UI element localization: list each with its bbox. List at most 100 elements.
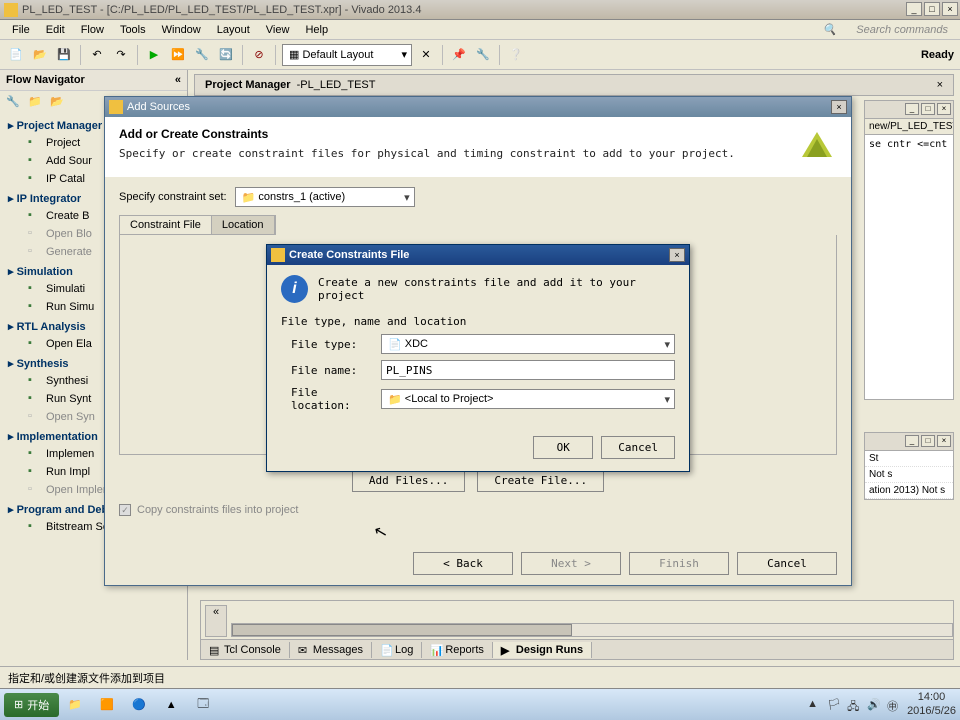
pin-icon[interactable]: 📌	[449, 45, 469, 65]
close-button[interactable]: ×	[942, 2, 958, 16]
file-type-combo[interactable]: 📄 XDC	[381, 334, 675, 354]
back-button[interactable]: < Back	[413, 552, 513, 575]
tab-constraint-file[interactable]: Constraint File	[120, 216, 212, 234]
app-task-icon[interactable]: 🗔	[189, 693, 217, 717]
wizard-close-button[interactable]: ×	[831, 100, 847, 114]
item-icon: ▪	[28, 300, 42, 314]
run-icon[interactable]: ▶	[144, 45, 164, 65]
tab-reports[interactable]: 📊Reports	[422, 642, 493, 658]
run-all-icon[interactable]: ⏩	[168, 45, 188, 65]
menu-view[interactable]: View	[258, 22, 298, 38]
tray-flag-icon[interactable]: 🏳	[827, 698, 841, 712]
search-commands[interactable]: 🔍 Search commands	[815, 21, 956, 38]
title-bar: PL_LED_TEST - [C:/PL_LED/PL_LED_TEST/PL_…	[0, 0, 960, 20]
item-icon: ▪	[28, 520, 42, 534]
chrome-icon[interactable]: 🔵	[125, 693, 153, 717]
save-icon[interactable]: 💾	[54, 45, 74, 65]
file-name-label: File name:	[291, 364, 381, 377]
src-min-icon[interactable]: _	[905, 103, 919, 115]
source-editor: _ □ × new/PL_LED_TEST.v se cntr <=cnt	[864, 100, 954, 400]
wrench-icon[interactable]: 🔧	[473, 45, 493, 65]
menu-flow[interactable]: Flow	[73, 22, 112, 38]
file-type-label: File type:	[291, 338, 381, 351]
maximize-button[interactable]: □	[924, 2, 940, 16]
tab-design-runs[interactable]: ▶Design Runs	[493, 642, 592, 658]
next-button[interactable]: Next >	[521, 552, 621, 575]
ready-label: Ready	[921, 49, 954, 61]
explorer-icon[interactable]: 📁	[61, 693, 89, 717]
status-bar: 指定和/或创建源文件添加到项目	[0, 666, 960, 688]
new-icon[interactable]: 📄	[6, 45, 26, 65]
file-location-combo[interactable]: 📁 <Local to Project>	[381, 389, 675, 409]
stat-max-icon[interactable]: □	[921, 435, 935, 447]
bottom-panel: « ▤Tcl Console ✉Messages 📄Log 📊Reports ▶…	[200, 600, 954, 660]
pm-close-icon[interactable]: ×	[937, 79, 943, 91]
menu-file[interactable]: File	[4, 22, 38, 38]
player-icon[interactable]: 🟧	[93, 693, 121, 717]
arrow-left-icon[interactable]: «	[206, 606, 226, 618]
tab-messages[interactable]: ✉Messages	[290, 642, 372, 658]
item-icon: ▪	[28, 392, 42, 406]
src-close-icon[interactable]: ×	[937, 103, 951, 115]
collapse-all-icon[interactable]: 📁	[28, 95, 44, 111]
menu-tools[interactable]: Tools	[112, 22, 154, 38]
menu-layout[interactable]: Layout	[209, 22, 258, 38]
editor-tab[interactable]: new/PL_LED_TEST.v	[865, 119, 953, 135]
layout-x-icon[interactable]: ✕	[416, 45, 436, 65]
item-icon: ▪	[28, 447, 42, 461]
tool-icon[interactable]: 🔧	[6, 95, 22, 111]
item-icon: ▪	[28, 282, 42, 296]
file-name-input[interactable]	[381, 360, 675, 380]
layout-combo[interactable]: ▦ Default Layout	[282, 44, 412, 66]
minimize-button[interactable]: _	[906, 2, 922, 16]
wizard-cancel-button[interactable]: Cancel	[737, 552, 837, 575]
tray-net-icon[interactable]: 🖧	[847, 698, 861, 712]
toolbar: 📄 📂 💾 ↶ ↷ ▶ ⏩ 🔧 🔄 ⊘ ▦ Default Layout ✕ 📌…	[0, 40, 960, 70]
menu-help[interactable]: Help	[297, 22, 336, 38]
src-max-icon[interactable]: □	[921, 103, 935, 115]
undo-icon[interactable]: ↶	[87, 45, 107, 65]
finish-button[interactable]: Finish	[629, 552, 729, 575]
horizontal-scrollbar[interactable]	[231, 623, 953, 637]
start-button[interactable]: ⊞ 开始	[4, 693, 59, 717]
item-icon: ▫	[28, 483, 42, 497]
item-label: Generate	[46, 246, 92, 258]
dialog-titlebar[interactable]: Create Constraints File ×	[267, 245, 689, 265]
tab-log[interactable]: 📄Log	[372, 642, 422, 658]
create-file-button[interactable]: Create File...	[477, 469, 604, 492]
constraint-set-combo[interactable]: 📁 constrs_1 (active)	[235, 187, 415, 207]
help-icon[interactable]: ❔	[506, 45, 526, 65]
item-icon: ▫	[28, 227, 42, 241]
clock[interactable]: 14:00 2016/5/26	[907, 691, 956, 717]
item-icon: ▪	[28, 374, 42, 388]
tab-tcl-console[interactable]: ▤Tcl Console	[201, 642, 290, 658]
tray-vol-icon[interactable]: 🔊	[867, 698, 881, 712]
stat-min-icon[interactable]: _	[905, 435, 919, 447]
stat-close-icon[interactable]: ×	[937, 435, 951, 447]
dialog-close-button[interactable]: ×	[669, 248, 685, 262]
ok-button[interactable]: OK	[533, 436, 593, 459]
tray-arrow-icon[interactable]: ▲	[807, 698, 821, 712]
open-icon[interactable]: 📂	[30, 45, 50, 65]
redo-icon[interactable]: ↷	[111, 45, 131, 65]
expand-icon[interactable]: 📂	[50, 95, 66, 111]
wizard-titlebar[interactable]: Add Sources ×	[105, 97, 851, 117]
menu-window[interactable]: Window	[154, 22, 209, 38]
scrollbar-thumb[interactable]	[232, 624, 572, 636]
tab-location[interactable]: Location	[212, 216, 275, 234]
console-icon: ▤	[209, 644, 221, 656]
cancel-run-icon[interactable]: ⊘	[249, 45, 269, 65]
tray-ime-icon[interactable]: ㊥	[887, 698, 901, 712]
search-icon: 🔍	[815, 21, 845, 38]
group-label: File type, name and location	[281, 315, 675, 328]
add-files-button[interactable]: Add Files...	[352, 469, 465, 492]
stop-icon[interactable]: 🔧	[192, 45, 212, 65]
item-label: Project	[46, 137, 80, 149]
messages-icon: ✉	[298, 644, 310, 656]
menu-edit[interactable]: Edit	[38, 22, 73, 38]
refresh-icon[interactable]: 🔄	[216, 45, 236, 65]
item-icon: ▪	[28, 172, 42, 186]
dialog-cancel-button[interactable]: Cancel	[601, 436, 675, 459]
vivado-task-icon[interactable]: ▲	[157, 693, 185, 717]
collapse-icon[interactable]: «	[175, 74, 181, 86]
